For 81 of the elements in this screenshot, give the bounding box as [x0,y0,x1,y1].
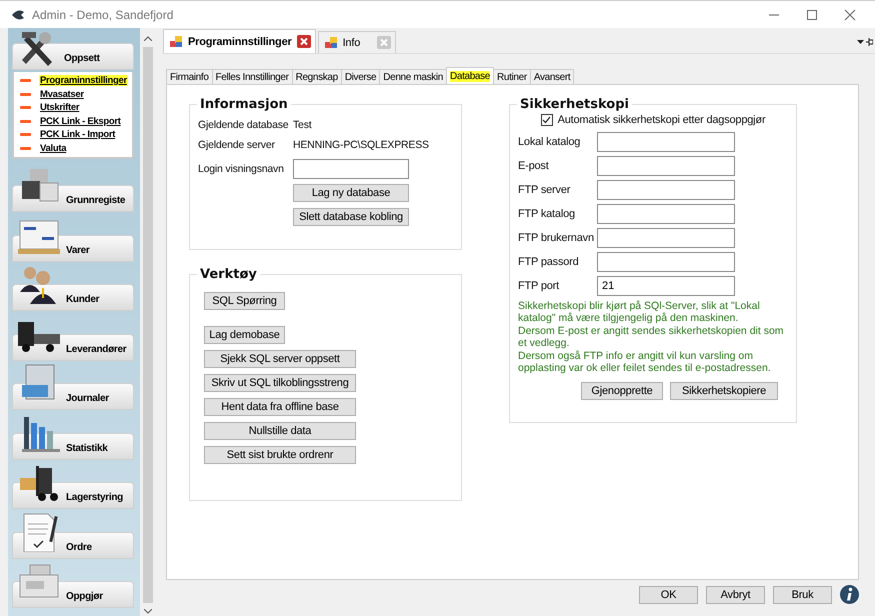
help-text: Sikkerhetskopi blir kjørt på SQl-Server, slik at "Lokal katalog" må være tilgjengelig på den maskinen. Dersom E-post er angitt sendes sikkerhetskopien dit som et vedlegg. Dersom også FTP info er angitt vil kun varsling om opplasting var ok eller feilet sendes til e-postadressen. [518,300,785,374]
nav-group-button[interactable]: Grunnregiste [12,165,134,212]
nav-group-button[interactable]: Journaler [12,363,134,410]
dash-icon [20,120,31,123]
nav-link[interactable]: Mvasatser [39,88,85,100]
tool-button[interactable]: SQL Spørring [204,292,285,310]
settings-tab[interactable]: Avansert [530,69,574,84]
action-button[interactable]: Slett database kobling [293,208,409,226]
field-label: E-post [518,160,550,172]
info-icon[interactable] [840,585,859,604]
settings-tab[interactable]: Felles Innstillinger [212,69,293,84]
scroll-thumb[interactable] [142,47,152,603]
dash-icon [20,79,31,82]
nav-group-button[interactable]: Varer [12,214,134,262]
nav-group-button[interactable]: Leverandører [12,314,134,361]
input-field[interactable] [597,156,735,176]
tool-button[interactable]: Nullstille data [204,422,356,440]
dialog-button[interactable]: OK [639,586,698,604]
dash-icon [20,106,31,110]
nav-link[interactable]: Utskrifter [39,102,80,114]
nav-group-button[interactable]: Kunder [12,264,134,312]
settings-tab[interactable]: Firmainfo [166,69,213,84]
dialog-button[interactable]: Bruk [773,586,832,604]
scroll-down-icon[interactable] [144,609,152,614]
form-icon [324,36,338,48]
scroll-up-icon[interactable] [144,36,152,41]
input-field[interactable] [597,204,735,224]
tool-button[interactable]: Lag demobase [204,326,285,344]
group-title: Verktøy [199,267,258,282]
settings-tab[interactable]: Database [446,67,494,84]
field-label: FTP server [518,184,572,196]
close-icon[interactable] [296,35,311,48]
input-field[interactable] [597,252,735,272]
field-value: Test [293,119,313,131]
nav-link[interactable]: PCK Link - Eksport [39,116,122,127]
field-label: Gjeldende server [198,139,276,151]
tool-button[interactable]: Hent data fra offline base [204,398,356,416]
field-label: Gjeldende database [198,119,290,131]
settings-tab[interactable]: Regnskap [292,69,342,84]
document-tab[interactable]: Programinnstillinger [163,29,316,53]
tool-button[interactable]: Skriv ut SQL tilkoblingsstreng [204,374,356,392]
document-tab[interactable]: Info [318,31,396,53]
dash-icon [20,92,31,96]
group-title: Sikkerhetskopi [519,97,630,112]
action-button[interactable]: Lag ny database [293,184,409,202]
field-label: Lokal katalog [518,136,582,148]
field-label: FTP passord [518,256,580,268]
tool-button[interactable]: Sjekk SQL server oppsett [204,350,356,368]
close-icon[interactable] [843,8,857,22]
maximize-icon[interactable] [805,8,819,22]
input-field[interactable] [597,228,735,248]
field-label: Login visningsnavn [198,163,285,175]
nav-group-button[interactable]: Oppsett [12,30,134,70]
checkbox[interactable] [540,114,553,126]
nav-link[interactable]: Valuta [39,142,68,154]
nav-group-button[interactable]: Statistikk [12,412,134,460]
window-title: Admin - Demo, Sandefjord [32,8,174,22]
tool-button[interactable]: Sett sist brukte ordrenr [204,446,356,464]
backup-button[interactable]: Gjenopprette [581,382,663,400]
backup-button[interactable]: Sikkerhetskopiere [670,382,778,400]
nav-group-button[interactable]: Lagerstyring [12,462,134,510]
dash-icon [20,133,31,136]
dash-icon [20,146,31,150]
input-field[interactable]: 21 [597,276,735,296]
nav-link[interactable]: PCK Link - Import [39,129,116,140]
input-field[interactable] [597,180,735,200]
group-title: Informasjon [199,97,289,112]
field-value: HENNING-PC\SQLEXPRESS [293,139,430,151]
pin-icon[interactable] [857,36,873,46]
nav-link[interactable]: Programinnstillinger [39,75,128,86]
form-icon [170,36,183,48]
field-label: FTP katalog [518,208,576,220]
nav-group-button[interactable]: Ordre [12,512,134,559]
input-field[interactable] [597,132,735,152]
dialog-button[interactable]: Avbryt [706,586,765,604]
field-label: FTP brukernavn [518,232,595,244]
app-logo-icon [10,8,26,22]
checkbox-label: Automatisk sikkerhetskopi etter dagsoppgjør [558,114,766,126]
input-field[interactable] [293,159,409,179]
nav-group-button[interactable]: Oppgjør [12,561,134,608]
field-label: FTP port [518,280,560,292]
